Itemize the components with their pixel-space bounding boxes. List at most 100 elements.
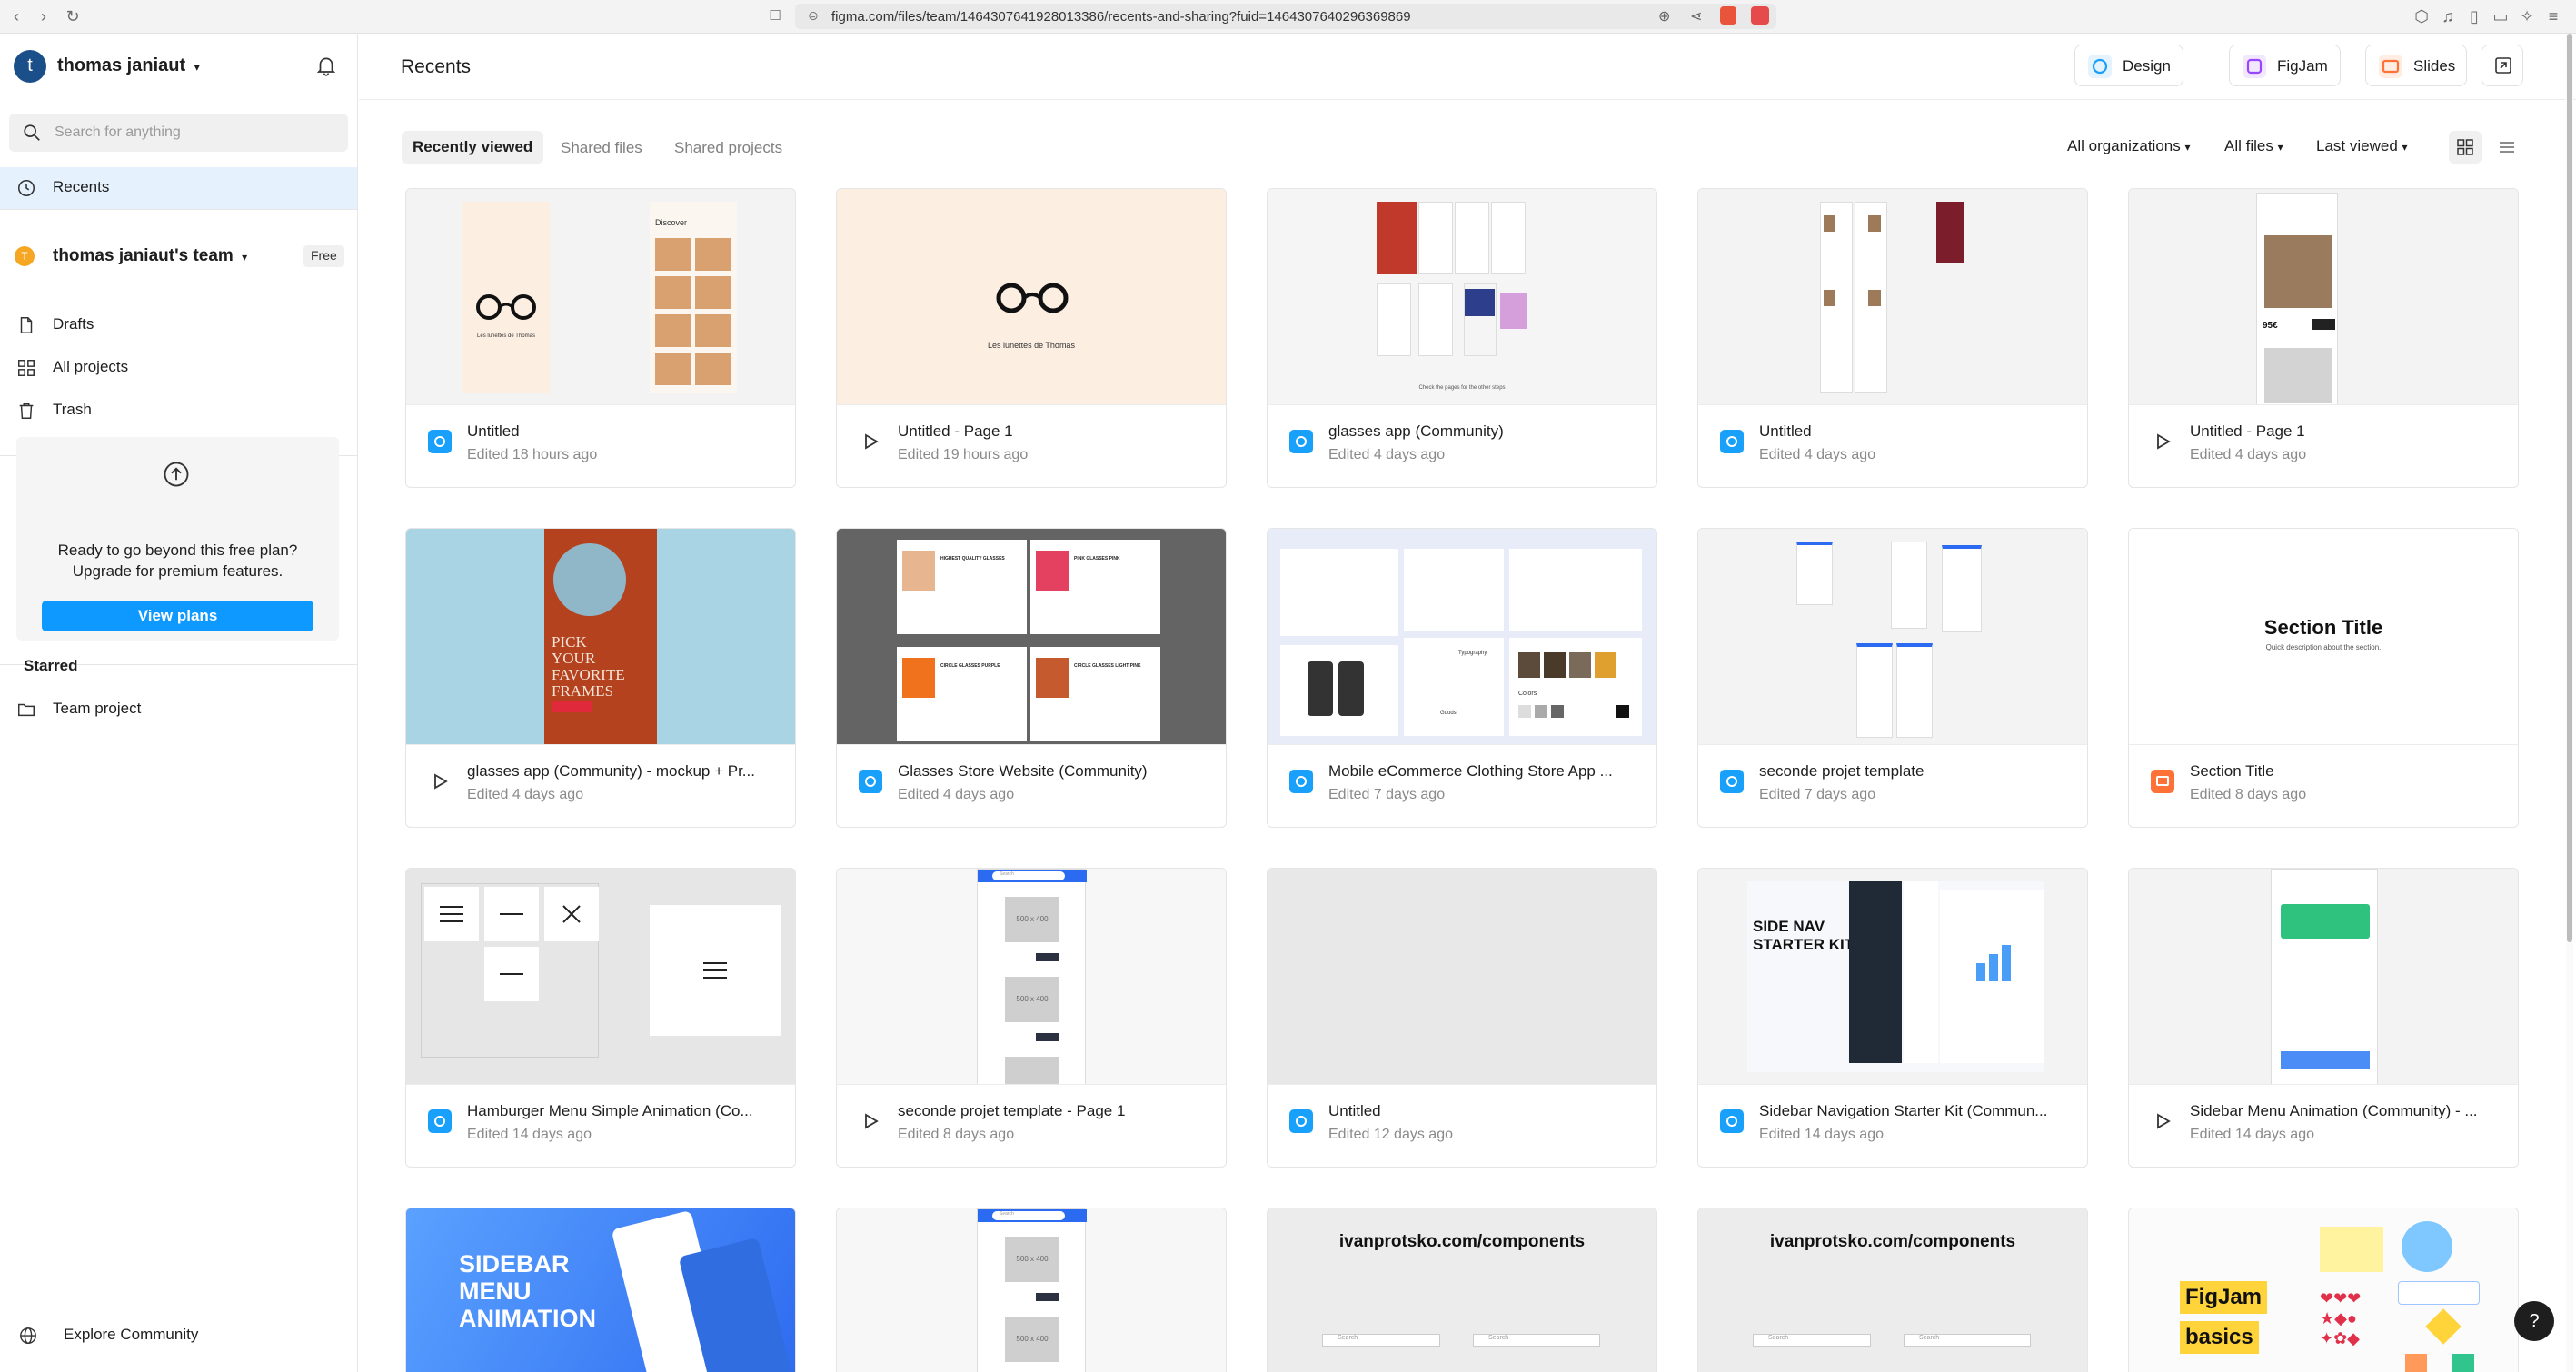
import-button[interactable] xyxy=(2482,45,2523,86)
file-edited: Edited 4 days ago xyxy=(467,787,584,802)
divider xyxy=(0,209,358,210)
file-edited: Edited 18 hours ago xyxy=(467,447,598,462)
file-card[interactable]: SIDE NAV STARTER KIT Sidebar Navigation … xyxy=(1697,868,2088,1168)
address-bar[interactable]: ⊜ figma.com/files/team/14643076419280133… xyxy=(795,4,1776,29)
color-swatch xyxy=(1616,705,1629,718)
file-edited: Edited 8 days ago xyxy=(898,1127,1015,1142)
file-card[interactable]: Les lunettes de Thomas Discover Untitled… xyxy=(405,188,796,488)
leo-icon[interactable]: ✧ xyxy=(2518,7,2536,25)
file-card[interactable]: Search 500 x 400 500 x 400 seconde proje… xyxy=(836,868,1227,1168)
tab-recently-viewed[interactable]: Recently viewed xyxy=(402,131,544,164)
extensions-icon[interactable]: ⬡ xyxy=(2412,7,2431,25)
share-icon[interactable]: ⋖ xyxy=(1690,7,1702,25)
photo-mock xyxy=(1595,652,1616,678)
file-thumbnail xyxy=(1698,189,2087,405)
button-mock xyxy=(1036,1293,1059,1301)
file-card[interactable]: Les lunettes de Thomas Untitled - Page 1… xyxy=(836,188,1227,488)
file-card[interactable]: Hamburger Menu Simple Animation (Co... E… xyxy=(405,868,796,1168)
color-swatch xyxy=(1551,705,1564,718)
file-title: glasses app (Community) xyxy=(1328,423,1504,440)
organization-filter[interactable]: All organizations ▾ xyxy=(2067,137,2191,155)
zoom-icon[interactable]: ⊕ xyxy=(1658,7,1670,25)
site-settings-icon[interactable]: ⊜ xyxy=(808,8,819,24)
sidebar-item-team-project[interactable]: Team project xyxy=(0,689,357,731)
file-thumbnail xyxy=(406,869,795,1085)
file-title: Glasses Store Website (Community) xyxy=(898,762,1148,780)
file-card[interactable]: Typography Goods Colors Mobile eCommerce… xyxy=(1267,528,1657,828)
avatar[interactable]: t xyxy=(14,50,46,83)
upgrade-text-line2: Upgrade for premium features. xyxy=(72,562,283,580)
scrollbar-thumb[interactable] xyxy=(2567,34,2572,942)
file-card[interactable]: Untitled Edited 4 days ago xyxy=(1697,188,2088,488)
new-design-button[interactable]: Design xyxy=(2074,45,2183,86)
sidebar-item-recents[interactable]: Recents xyxy=(0,167,357,209)
label-mock xyxy=(2398,1281,2480,1305)
product-image xyxy=(2264,348,2332,403)
file-type-filter[interactable]: All files ▾ xyxy=(2224,137,2283,155)
tab-shared-files[interactable]: Shared files xyxy=(561,139,642,157)
sidebar-item-trash[interactable]: Trash xyxy=(0,390,357,432)
account-name[interactable]: thomas janiaut ▾ xyxy=(57,55,200,76)
starred-heading: Starred xyxy=(24,657,78,674)
file-card[interactable]: Search 500 x 400 500 x 400 xyxy=(836,1208,1227,1372)
search-input[interactable]: Search for anything xyxy=(9,114,348,152)
file-card[interactable]: 95€ Untitled - Page 1 Edited 4 days ago xyxy=(2128,188,2519,488)
product-headline: HIGHEST QUALITY GLASSES xyxy=(940,556,1005,562)
file-card[interactable]: Sidebar Menu Animation (Community) - ...… xyxy=(2128,868,2519,1168)
section-label: Colors xyxy=(1518,691,1537,697)
list-view-button[interactable] xyxy=(2491,131,2523,164)
file-card[interactable]: ivanprotsko.com/components Search Search xyxy=(1697,1208,2088,1372)
file-card[interactable]: PICK YOUR FAVORITE FRAMES glasses app (C… xyxy=(405,528,796,828)
search-mock: Search xyxy=(1753,1334,1871,1347)
explore-community-link[interactable]: Explore Community xyxy=(0,1315,357,1357)
sort-dropdown[interactable]: Last viewed ▾ xyxy=(2316,137,2408,155)
scrollbar-track[interactable] xyxy=(2566,34,2573,1372)
headline-line: SIDEBAR xyxy=(459,1250,570,1278)
new-figjam-button[interactable]: FigJam xyxy=(2229,45,2341,86)
media-icon[interactable]: ♫ xyxy=(2439,7,2457,25)
grid-icon xyxy=(16,358,36,378)
sidebar-item-drafts[interactable]: Drafts xyxy=(0,304,357,346)
reload-icon[interactable]: ↻ xyxy=(64,7,82,25)
file-thumbnail: HIGHEST QUALITY GLASSES PINK GLASSES PIN… xyxy=(837,529,1226,745)
file-title: glasses app (Community) - mockup + Pr... xyxy=(467,762,755,780)
file-card[interactable]: FigJam basics ❤❤❤ ★◆● ✦✿◆ xyxy=(2128,1208,2519,1372)
design-file-icon xyxy=(1720,430,1744,453)
search-mock: Search xyxy=(992,871,1065,880)
sidebar-item-all-projects[interactable]: All projects xyxy=(0,347,357,389)
mockup-photo: PICK YOUR FAVORITE FRAMES xyxy=(544,529,657,744)
file-card[interactable]: seconde projet template Edited 7 days ag… xyxy=(1697,528,2088,828)
brave-shield-icon[interactable] xyxy=(1720,6,1736,25)
bookmark-icon[interactable]: ☐ xyxy=(766,7,784,25)
wallet-icon[interactable]: ▭ xyxy=(2491,7,2510,25)
phone-frame xyxy=(1464,283,1497,356)
file-card[interactable]: Untitled Edited 12 days ago xyxy=(1267,868,1657,1168)
rewards-icon[interactable] xyxy=(1751,6,1769,25)
help-button[interactable]: ? xyxy=(2514,1301,2554,1341)
new-slides-button[interactable]: Slides xyxy=(2365,45,2467,86)
file-card[interactable]: Check the pages for the other steps glas… xyxy=(1267,188,1657,488)
back-icon[interactable]: ‹ xyxy=(7,7,25,25)
file-card[interactable]: Section Title Quick description about th… xyxy=(2128,528,2519,828)
forward-icon[interactable]: › xyxy=(35,7,53,25)
screen-mock: Typography Goods xyxy=(1404,638,1504,736)
product-tile xyxy=(695,276,731,309)
file-card[interactable]: ivanprotsko.com/components Search Search xyxy=(1267,1208,1657,1372)
file-edited: Edited 4 days ago xyxy=(2190,447,2307,462)
file-card[interactable]: HIGHEST QUALITY GLASSES PINK GLASSES PIN… xyxy=(836,528,1227,828)
folder-icon xyxy=(16,700,36,720)
file-thumbnail: 95€ xyxy=(2129,189,2518,405)
sidebar-toggle-icon[interactable]: ▯ xyxy=(2465,7,2483,25)
menu-icon[interactable]: ≡ xyxy=(2544,7,2562,25)
product-image xyxy=(1868,215,1881,232)
bell-icon[interactable] xyxy=(314,54,338,77)
tab-shared-projects[interactable]: Shared projects xyxy=(674,139,782,157)
team-switcher[interactable]: thomas janiaut's team ▾ xyxy=(53,246,247,266)
view-plans-button[interactable]: View plans xyxy=(42,601,313,631)
section-label: Goods xyxy=(1440,711,1457,716)
file-card[interactable]: SIDEBAR MENU ANIMATION xyxy=(405,1208,796,1372)
grid-view-button[interactable] xyxy=(2449,131,2482,164)
phone-frame xyxy=(1418,283,1453,356)
kit-cover: SIDE NAV STARTER KIT xyxy=(1747,881,2044,1072)
slide-title: Section Title xyxy=(2263,616,2383,639)
